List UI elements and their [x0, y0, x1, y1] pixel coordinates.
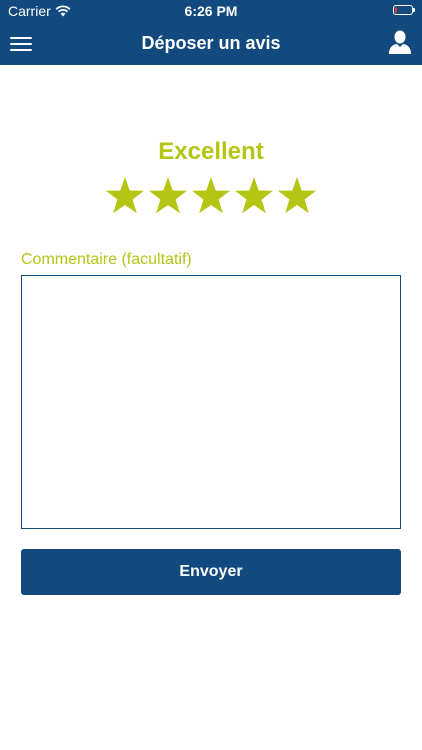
comment-label: Commentaire (facultatif) [21, 251, 192, 268]
status-bar: Carrier 6:26 PM [0, 0, 422, 22]
header-bar: Carrier 6:26 PM Déposer un avis [0, 0, 422, 65]
page-title: Déposer un avis [141, 33, 281, 53]
navigation-bar: Déposer un avis [0, 22, 422, 65]
comment-textarea[interactable] [21, 275, 401, 529]
status-time: 6:26 PM [184, 3, 238, 19]
user-profile-icon[interactable] [388, 29, 412, 55]
star-rating [105, 176, 317, 220]
star-icon[interactable] [277, 176, 317, 216]
star-icon[interactable] [148, 176, 188, 216]
battery-level [395, 7, 397, 13]
send-button[interactable]: Envoyer [21, 549, 401, 595]
star-icon[interactable] [191, 176, 231, 216]
rating-label: Excellent [158, 138, 264, 165]
battery-icon [393, 5, 415, 15]
star-icon[interactable] [234, 176, 274, 216]
star-icon[interactable] [105, 176, 145, 216]
